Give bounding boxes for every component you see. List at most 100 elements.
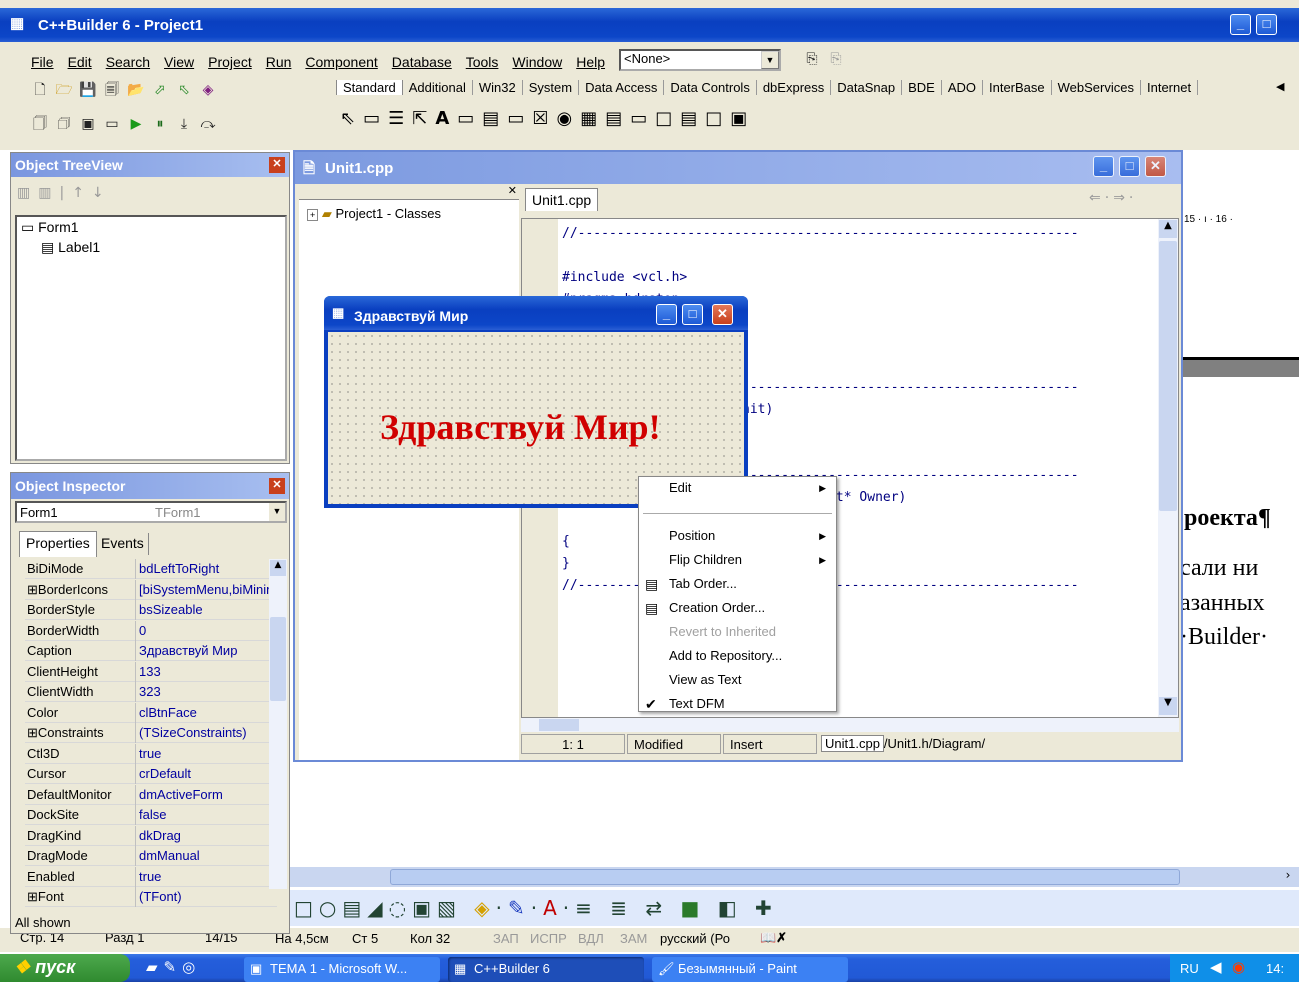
add-node-icon[interactable]: ▥ xyxy=(17,185,38,201)
copy-config-icon[interactable]: ⎘ xyxy=(802,49,822,69)
menu-help[interactable]: Help xyxy=(576,54,605,70)
language-indicator[interactable]: RU xyxy=(1180,961,1199,976)
property-row[interactable]: Ctl3D true xyxy=(25,743,277,764)
tree-node-label1[interactable]: ▤ Label1 xyxy=(41,239,100,256)
close-button[interactable]: ✕ xyxy=(712,304,733,325)
tab-diagram[interactable]: Diagram xyxy=(932,736,981,751)
property-value[interactable]: bdLeftToRight xyxy=(139,561,277,576)
property-row[interactable]: DragMode dmManual xyxy=(25,846,277,866)
menu-item-edit[interactable]: Edit ▶ xyxy=(641,477,834,501)
move-up-icon[interactable]: ↑ xyxy=(72,185,92,201)
menu-search[interactable]: Search xyxy=(106,54,150,70)
paste-config-icon[interactable]: ⎘ xyxy=(826,49,846,69)
tab-bde[interactable]: BDE xyxy=(902,80,942,95)
open-file-icon[interactable]: 🗁 xyxy=(54,80,74,100)
code-hscrollbar[interactable] xyxy=(521,718,1179,732)
property-row[interactable]: Enabled true xyxy=(25,866,277,887)
pointer-icon[interactable]: ⇖ xyxy=(340,108,363,129)
menu-item-revert-to-inherited[interactable]: Revert to Inherited xyxy=(641,621,834,645)
menu-item-tab-order[interactable]: Tab Order... ▤ xyxy=(641,573,834,597)
tab-internet[interactable]: Internet xyxy=(1140,80,1199,95)
forward-arrow-icon[interactable]: ⇒ xyxy=(1113,190,1129,206)
new-form-icon[interactable]: ▭ xyxy=(102,114,122,134)
button-icon[interactable]: ▭ xyxy=(507,108,532,129)
tab-system[interactable]: System xyxy=(522,80,580,95)
tab-win32[interactable]: Win32 xyxy=(472,80,523,95)
maximize-button[interactable]: □ xyxy=(682,304,703,325)
tab-data-controls[interactable]: Data Controls xyxy=(664,80,757,95)
menu-database[interactable]: Database xyxy=(392,54,452,70)
property-value[interactable]: (TFont) xyxy=(139,889,277,904)
class-node[interactable]: + ▰ Project1 - Classes xyxy=(307,206,441,222)
listbox-icon[interactable]: ▦ xyxy=(580,108,605,129)
menu-item-text-dfm[interactable]: Text DFM ✔ xyxy=(641,693,834,717)
property-row[interactable]: Caption Здравствуй Мир xyxy=(25,641,277,661)
combobox-icon[interactable]: ▤ xyxy=(605,108,630,129)
property-value[interactable]: (TSizeConstraints) xyxy=(139,725,277,740)
label-icon[interactable]: A xyxy=(435,108,457,129)
word-hscrollbar[interactable]: › xyxy=(290,867,1299,887)
tab-additional[interactable]: Additional xyxy=(402,80,473,95)
tab-dbexpress[interactable]: dbExpress xyxy=(756,80,832,95)
start-button[interactable]: ❖ пуск xyxy=(0,954,130,982)
code-vscrollbar[interactable]: ▲ ▼ xyxy=(1158,219,1178,717)
desktop-icon[interactable]: ▰ xyxy=(146,958,164,976)
property-row[interactable]: ClientHeight 133 xyxy=(25,661,277,682)
tray-arrow-icon[interactable]: ◀ xyxy=(1210,958,1222,976)
property-row[interactable]: ⊞Constraints (TSizeConstraints) xyxy=(25,723,277,743)
maximize-button[interactable]: □ xyxy=(1256,14,1277,35)
panel-icon[interactable]: □ xyxy=(705,108,730,129)
chevron-down-icon[interactable]: ▼ xyxy=(269,503,285,521)
property-value[interactable]: true xyxy=(139,869,277,884)
browser-icon[interactable]: ◎ xyxy=(182,958,201,976)
tab-interbase[interactable]: InterBase xyxy=(982,80,1052,95)
menu-item-position[interactable]: Position ▶ xyxy=(641,525,834,549)
scroll-down-icon[interactable]: ▼ xyxy=(1159,697,1177,715)
minimize-button[interactable]: _ xyxy=(1093,156,1114,177)
close-icon[interactable]: ✕ xyxy=(269,478,285,494)
object-selector[interactable]: Form1 TForm1 ▼ xyxy=(15,501,287,523)
popup-menu-icon[interactable]: ⇱ xyxy=(412,108,435,129)
menu-item-view-as-text[interactable]: View as Text xyxy=(641,669,834,693)
palette-scroll-icon[interactable]: ◀ xyxy=(1276,80,1284,93)
property-value[interactable]: [biSystemMenu,biMinin xyxy=(139,582,277,597)
scroll-right-icon[interactable]: › xyxy=(1279,868,1297,886)
menu-item-add-to-repository[interactable]: Add to Repository... xyxy=(641,645,834,669)
menu-tools[interactable]: Tools xyxy=(466,54,499,70)
edit-icon[interactable]: ▭ xyxy=(457,108,482,129)
view-form-icon[interactable]: 🗇 xyxy=(54,114,74,134)
property-value[interactable]: bsSizeable xyxy=(139,602,277,617)
radiobutton-icon[interactable]: ◉ xyxy=(556,108,580,129)
toggle-form-unit-icon[interactable]: ▣ xyxy=(78,114,98,134)
checkbox-icon[interactable]: ☒ xyxy=(532,108,556,129)
minimize-button[interactable]: _ xyxy=(656,304,677,325)
taskbar-button-builder[interactable]: ▦ C++Builder 6 xyxy=(448,957,644,982)
property-value[interactable]: true xyxy=(139,746,277,761)
memo-icon[interactable]: ▤ xyxy=(482,108,507,129)
tree-node-form1[interactable]: ▭ Form1 xyxy=(21,219,79,236)
spell-check-icon[interactable]: 📖✗ xyxy=(760,930,787,946)
property-row[interactable]: DefaultMonitor dmActiveForm xyxy=(25,784,277,805)
help-icon[interactable]: ◈ xyxy=(198,80,218,100)
maximize-button[interactable]: □ xyxy=(1119,156,1140,177)
tab-unit1-h[interactable]: Unit1.h xyxy=(888,736,929,751)
menu-view[interactable]: View xyxy=(164,54,194,70)
pause-icon[interactable]: ⏸ xyxy=(150,114,170,134)
tray-app-icon[interactable]: ◉ xyxy=(1232,958,1245,976)
menu-item-creation-order[interactable]: Creation Order... ▤ xyxy=(641,597,834,621)
property-value[interactable]: 323 xyxy=(139,684,277,699)
property-value[interactable]: 0 xyxy=(139,623,277,638)
property-row[interactable]: BiDiMode bdLeftToRight xyxy=(25,559,277,579)
config-combo[interactable]: <None> ▼ xyxy=(619,49,781,71)
menu-component[interactable]: Component xyxy=(305,54,377,70)
view-unit-icon[interactable]: 🗍 xyxy=(30,114,50,134)
save-all-icon[interactable]: 🗐 xyxy=(102,80,122,100)
tab-data-access[interactable]: Data Access xyxy=(579,80,665,95)
scroll-up-icon[interactable]: ▲ xyxy=(270,560,286,576)
menu-edit[interactable]: Edit xyxy=(68,54,92,70)
property-row[interactable]: ⊞BorderIcons [biSystemMenu,biMinin xyxy=(25,579,277,600)
property-value[interactable]: dmManual xyxy=(139,848,277,863)
tab-events[interactable]: Events xyxy=(97,533,149,555)
close-icon[interactable]: ✕ xyxy=(508,184,517,197)
tab-datasnap[interactable]: DataSnap xyxy=(831,80,903,95)
